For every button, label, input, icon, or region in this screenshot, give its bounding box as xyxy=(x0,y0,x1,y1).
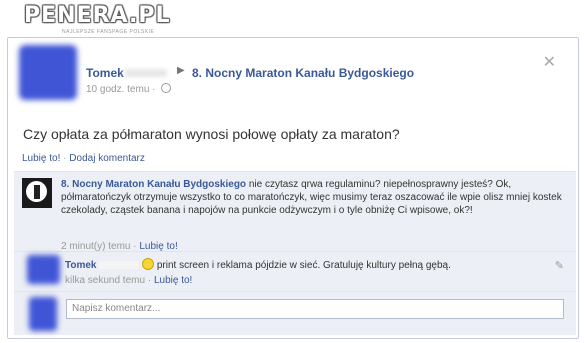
action-separator: · xyxy=(63,153,67,164)
censored-surname xyxy=(99,261,140,269)
watermark-subtitle: NAJLEPSZE FANSPAGE POLSKIE xyxy=(62,29,155,35)
commenter-avatar[interactable] xyxy=(27,255,60,284)
comment-input[interactable]: Napisz komentarz... xyxy=(66,299,564,319)
comment-text: print screen i reklama pójdzie w sieć. G… xyxy=(156,260,451,271)
post-meta: 10 godz. temu · xyxy=(86,83,172,95)
divider xyxy=(14,251,576,252)
edit-pencil-icon[interactable]: ✎ xyxy=(555,259,564,272)
post-time[interactable]: 10 godz. temu xyxy=(86,84,149,95)
post-text: Czy opłata za półmaraton wynosi połowę o… xyxy=(23,126,400,142)
current-user-avatar xyxy=(29,297,57,331)
comments-section: 8. Nocny Maraton Kanału Bydgoskiego nie … xyxy=(14,171,576,335)
runner-figure-icon xyxy=(34,185,40,199)
comment-time[interactable]: kilka sekund temu xyxy=(65,275,145,286)
like-link[interactable]: Lubię to! xyxy=(22,153,60,164)
globe-icon[interactable] xyxy=(161,83,172,93)
comment-like-link[interactable]: Lubię to! xyxy=(154,275,192,286)
arrow-right-icon: ▶ xyxy=(177,65,185,76)
meta-separator: · xyxy=(147,275,152,286)
meta-separator: · xyxy=(152,84,156,95)
post-actions: Lubię to! · Dodaj komentarz xyxy=(22,153,145,164)
comment-2: Tomek print screen i reklama pójdzie w s… xyxy=(65,258,451,271)
add-comment-link[interactable]: Dodaj komentarz xyxy=(69,153,145,164)
watermark-logo: PENERA.PL xyxy=(24,3,171,28)
censored-surname xyxy=(125,69,167,77)
comment-author[interactable]: 8. Nocny Maraton Kanału Bydgoskiego xyxy=(61,179,246,190)
close-icon[interactable]: ✕ xyxy=(543,52,556,72)
post-author[interactable]: Tomek xyxy=(86,66,124,80)
page-link[interactable]: 8. Nocny Maraton Kanału Bydgoskiego xyxy=(192,66,414,80)
smiley-emoticon-icon xyxy=(142,258,155,270)
comment-2-meta: kilka sekund temu · Lubię to! xyxy=(65,275,192,286)
page-avatar[interactable] xyxy=(22,178,52,208)
comment-author[interactable]: Tomek xyxy=(65,260,97,271)
author-avatar[interactable] xyxy=(19,45,77,100)
post-card: Tomek ▶ 8. Nocny Maraton Kanału Bydgoski… xyxy=(7,37,579,339)
divider xyxy=(14,171,576,172)
comment-1: 8. Nocny Maraton Kanału Bydgoskiego nie … xyxy=(61,178,569,217)
divider xyxy=(14,291,576,292)
